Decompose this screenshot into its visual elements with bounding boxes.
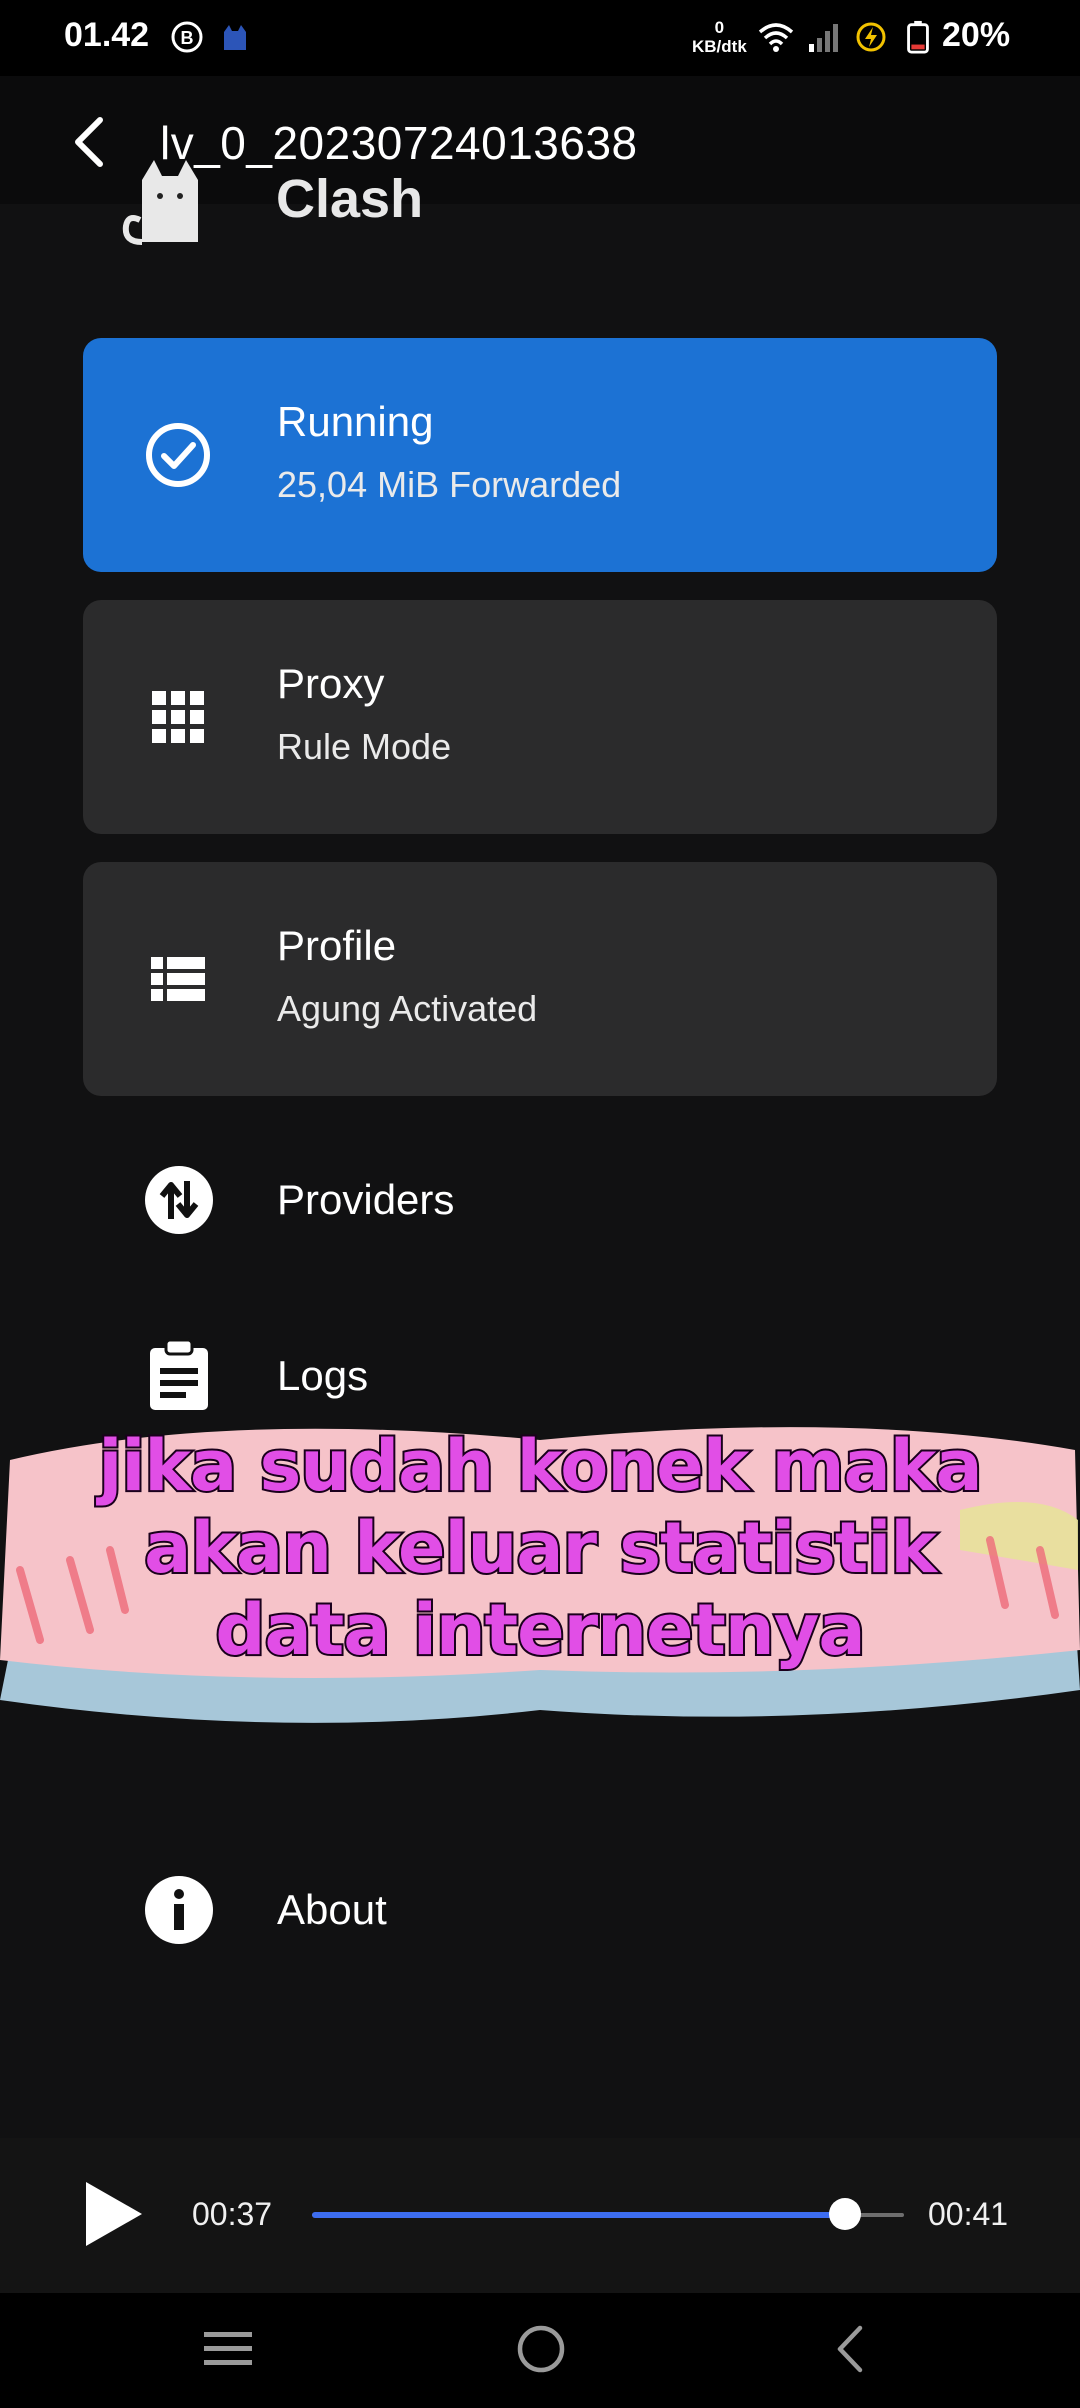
total-time: 00:41 [928, 2196, 1009, 2232]
caption-line: jika sudah konek maka [96, 1423, 984, 1509]
card-subtitle-proxy: Rule Mode [277, 726, 452, 767]
card-profile[interactable]: Profile Agung Activated [83, 862, 997, 1096]
video-caption: jika sudah konek maka akan keluar statis… [0, 1423, 1080, 1673]
cat-icon [224, 25, 246, 50]
seek-bar-progress [312, 2212, 845, 2218]
back-nav-icon[interactable] [830, 2324, 870, 2374]
card-title-running: Running [277, 398, 434, 445]
card-subtitle-running: 25,04 MiB Forwarded [277, 464, 622, 505]
menu-label-about: About [277, 1886, 387, 1933]
charging-icon [856, 22, 886, 52]
menu-label-providers: Providers [277, 1176, 455, 1223]
check-circle-icon [146, 423, 210, 487]
menu-item-providers[interactable]: Providers [83, 1140, 997, 1260]
wifi-icon [758, 23, 794, 52]
card-title-profile: Profile [277, 922, 397, 969]
recent-apps-icon[interactable] [202, 2326, 254, 2372]
app-title: Clash [276, 169, 424, 229]
card-subtitle-profile: Agung Activated [277, 988, 538, 1029]
net-speed-unit: KB/dtk [692, 37, 747, 56]
back-arrow-icon[interactable] [64, 112, 114, 172]
menu-item-about[interactable]: About [83, 1850, 997, 1970]
home-icon[interactable] [516, 2324, 566, 2374]
battery-icon [907, 20, 929, 54]
list-icon [151, 957, 205, 1001]
current-time: 00:37 [192, 2196, 273, 2232]
signal-icon [809, 24, 838, 52]
grid-icon [152, 691, 204, 743]
caption-line: data internetnya [213, 1587, 867, 1673]
svg-text:B: B [181, 28, 194, 48]
info-icon [145, 1876, 213, 1944]
seek-thumb[interactable] [828, 2198, 861, 2230]
status-time: 01.42 [64, 16, 150, 54]
card-proxy[interactable]: Proxy Rule Mode [83, 600, 997, 834]
card-title-proxy: Proxy [277, 660, 385, 707]
caption-line: akan keluar statistik [142, 1505, 939, 1591]
net-speed-value: 0 [714, 18, 725, 37]
battery-percent: 20% [942, 16, 1011, 54]
net-speed: 0 KB/dtk [692, 18, 747, 56]
providers-icon [145, 1166, 213, 1234]
play-icon[interactable] [82, 2178, 146, 2250]
video-title: lv_0_20230724013638 [160, 117, 638, 169]
b-icon: B [171, 21, 203, 53]
status-card-running[interactable]: Running 25,04 MiB Forwarded [83, 338, 997, 572]
